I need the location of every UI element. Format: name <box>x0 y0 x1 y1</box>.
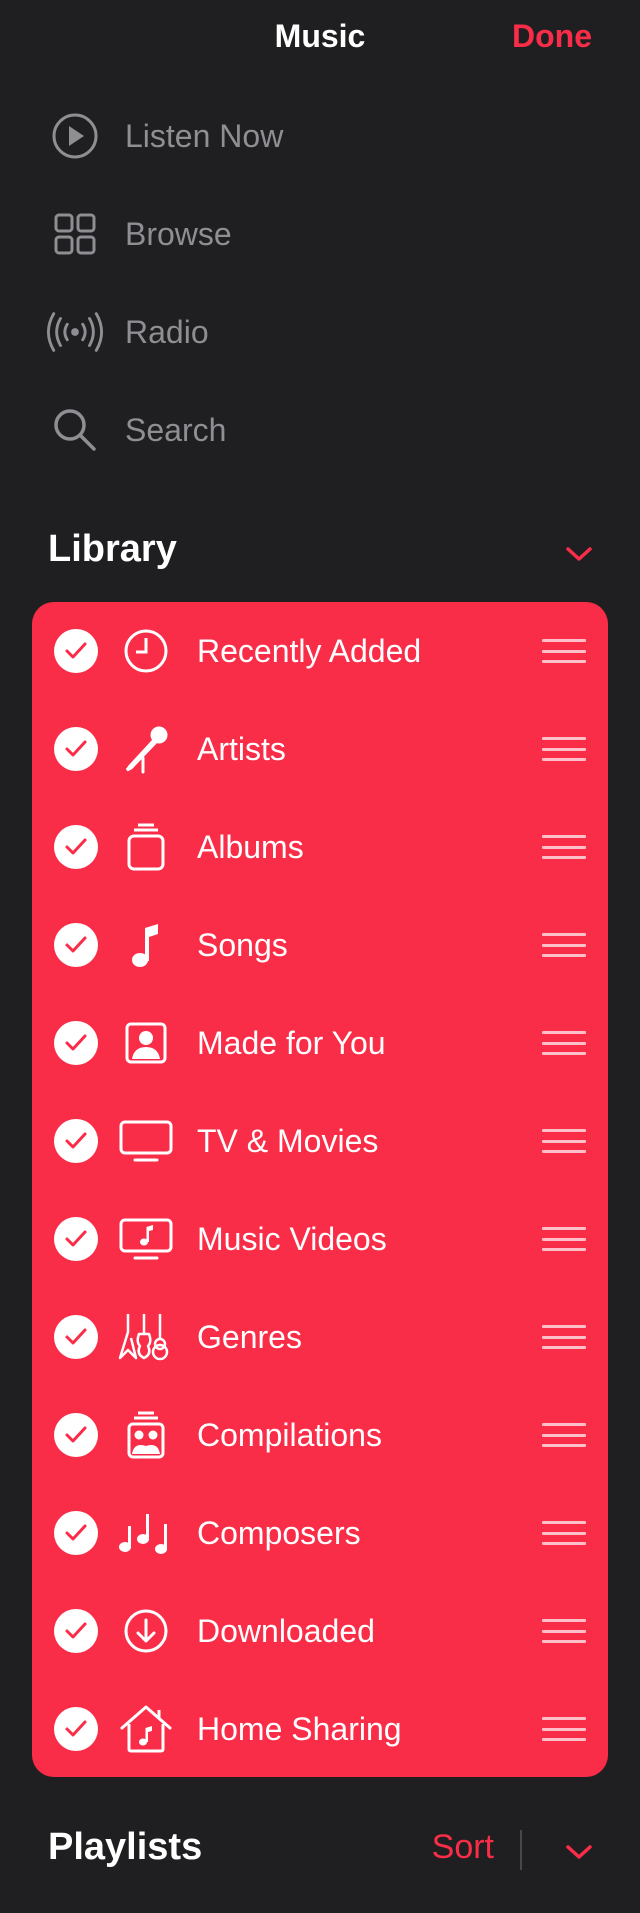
checkmark-circle-icon[interactable] <box>54 1511 98 1555</box>
nav-label: Radio <box>125 313 209 350</box>
checkmark-circle-icon[interactable] <box>54 629 98 673</box>
library-item-label: Music Videos <box>197 1220 387 1257</box>
tv-icon <box>118 1113 174 1169</box>
library-item-label: Artists <box>197 730 286 767</box>
nav-item-listen-now[interactable]: Listen Now <box>0 96 640 176</box>
person-square-icon <box>118 1015 174 1071</box>
library-item-label: Downloaded <box>197 1612 375 1649</box>
library-item-tv-movies[interactable]: TV & Movies <box>32 1092 608 1190</box>
library-item-label: TV & Movies <box>197 1122 379 1159</box>
library-item-made-for-you[interactable]: Made for You <box>32 994 608 1092</box>
checkmark-circle-icon[interactable] <box>54 1707 98 1751</box>
library-item-compilations[interactable]: Compilations <box>32 1386 608 1484</box>
library-item-label: Albums <box>197 828 304 865</box>
download-circle-icon <box>118 1603 174 1659</box>
library-item-artists[interactable]: Artists <box>32 700 608 798</box>
reorder-handle[interactable] <box>542 1323 586 1351</box>
library-item-recently-added[interactable]: Recently Added <box>32 602 608 700</box>
checkmark-circle-icon[interactable] <box>54 1413 98 1457</box>
radio-waves-icon <box>46 303 104 361</box>
nav-item-search[interactable]: Search <box>0 390 640 470</box>
microphone-icon <box>118 721 174 777</box>
checkmark-circle-icon[interactable] <box>54 1021 98 1065</box>
library-section-title: Library <box>48 528 177 570</box>
library-item-label: Genres <box>197 1318 302 1355</box>
library-item-music-videos[interactable]: Music Videos <box>32 1190 608 1288</box>
reorder-handle[interactable] <box>542 735 586 763</box>
music-tv-icon <box>118 1211 174 1267</box>
play-circle-icon <box>46 107 104 165</box>
people-stack-icon <box>118 1407 174 1463</box>
nav-item-browse[interactable]: Browse <box>0 194 640 274</box>
reorder-handle[interactable] <box>542 1127 586 1155</box>
playlists-section-title: Playlists <box>48 1826 203 1868</box>
library-item-songs[interactable]: Songs <box>32 896 608 994</box>
library-item-albums[interactable]: Albums <box>32 798 608 896</box>
reorder-handle[interactable] <box>542 1519 586 1547</box>
music-house-icon <box>118 1701 174 1757</box>
reorder-handle[interactable] <box>542 1421 586 1449</box>
checkmark-circle-icon[interactable] <box>54 1217 98 1261</box>
album-stack-icon <box>118 819 174 875</box>
reorder-handle[interactable] <box>542 1029 586 1057</box>
checkmark-circle-icon[interactable] <box>54 1609 98 1653</box>
library-items-panel: Recently Added Artists Albums Songs Made… <box>32 602 608 1777</box>
checkmark-circle-icon[interactable] <box>54 1315 98 1359</box>
nav-header: Music Done <box>0 0 640 80</box>
reorder-handle[interactable] <box>542 931 586 959</box>
music-notes-icon <box>118 1505 174 1561</box>
library-item-label: Made for You <box>197 1024 386 1061</box>
library-item-label: Home Sharing <box>197 1710 402 1747</box>
reorder-handle[interactable] <box>542 833 586 861</box>
nav-item-radio[interactable]: Radio <box>0 292 640 372</box>
library-item-home-sharing[interactable]: Home Sharing <box>32 1680 608 1778</box>
library-item-downloaded[interactable]: Downloaded <box>32 1582 608 1680</box>
library-item-label: Compilations <box>197 1416 382 1453</box>
checkmark-circle-icon[interactable] <box>54 825 98 869</box>
nav-label: Search <box>125 411 227 448</box>
checkmark-circle-icon[interactable] <box>54 1119 98 1163</box>
chevron-down-icon[interactable] <box>563 542 595 566</box>
reorder-handle[interactable] <box>542 1715 586 1743</box>
search-icon <box>46 401 104 459</box>
music-note-icon <box>118 917 174 973</box>
done-button[interactable]: Done <box>512 18 592 55</box>
library-item-label: Composers <box>197 1514 361 1551</box>
library-item-genres[interactable]: Genres <box>32 1288 608 1386</box>
library-item-label: Recently Added <box>197 632 422 669</box>
nav-label: Browse <box>125 215 232 252</box>
checkmark-circle-icon[interactable] <box>54 923 98 967</box>
divider <box>520 1830 522 1870</box>
grid-icon <box>46 205 104 263</box>
reorder-handle[interactable] <box>542 1225 586 1253</box>
sort-button[interactable]: Sort <box>432 1828 494 1867</box>
nav-label: Listen Now <box>125 117 284 154</box>
library-item-label: Songs <box>197 926 288 963</box>
reorder-handle[interactable] <box>542 1617 586 1645</box>
reorder-handle[interactable] <box>542 637 586 665</box>
clock-icon <box>118 623 174 679</box>
guitars-icon <box>118 1309 174 1365</box>
checkmark-circle-icon[interactable] <box>54 727 98 771</box>
chevron-down-icon[interactable] <box>563 1840 595 1864</box>
library-item-composers[interactable]: Composers <box>32 1484 608 1582</box>
